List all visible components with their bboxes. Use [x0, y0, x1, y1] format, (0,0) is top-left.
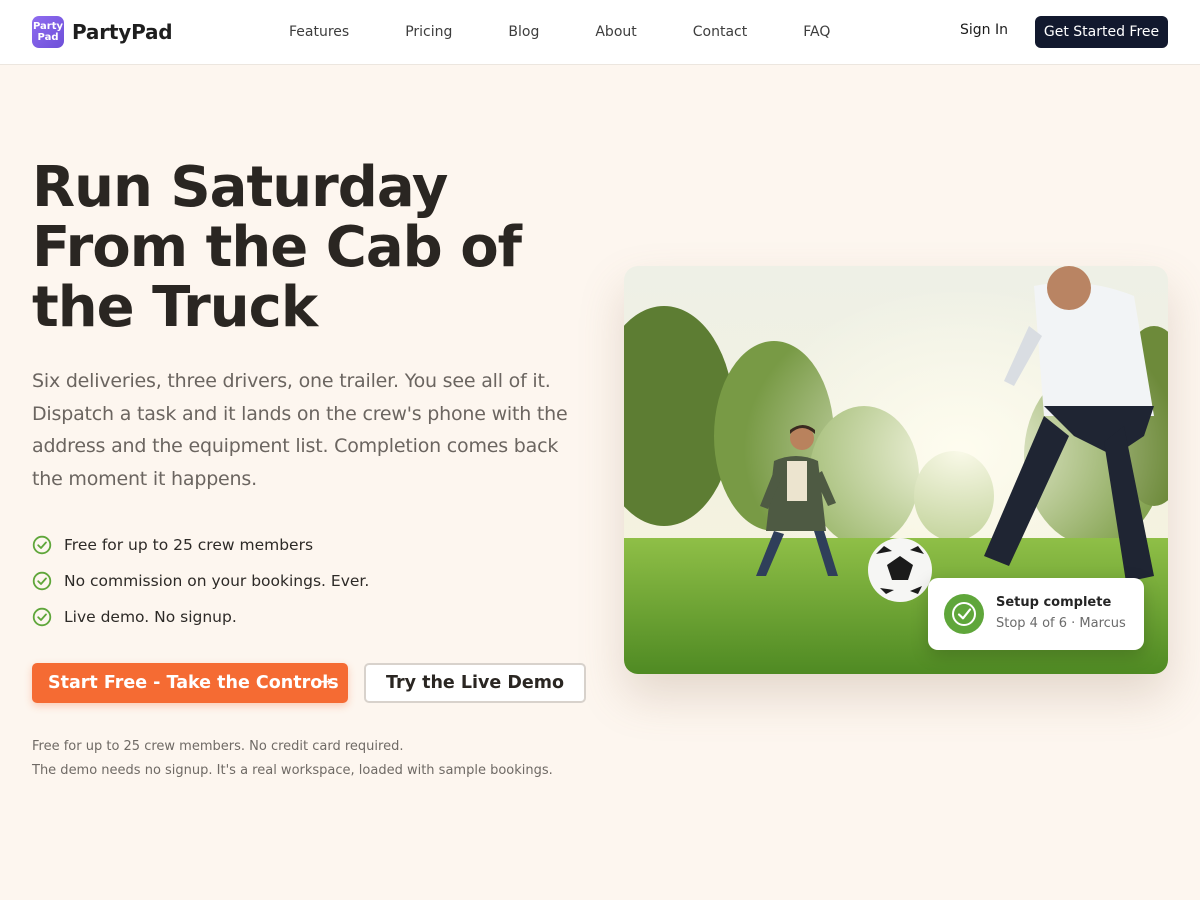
status-toast: Setup complete Stop 4 of 6 · Marcus: [928, 578, 1144, 650]
check-circle-icon: [32, 607, 52, 627]
check-circle-icon: [32, 535, 52, 555]
nav-features[interactable]: Features: [289, 24, 349, 40]
brand-logo: Party Pad: [32, 16, 64, 48]
hero-lead: Six deliveries, three drivers, one trail…: [32, 370, 568, 490]
checklist-item: No commission on your bookings. Ever.: [32, 563, 369, 599]
nav-contact[interactable]: Contact: [693, 24, 747, 40]
nav-about[interactable]: About: [595, 24, 636, 40]
checklist-item: Free for up to 25 crew members: [32, 527, 369, 563]
toast-title: Setup complete: [996, 595, 1112, 610]
fine-print-line: Free for up to 25 crew members. No credi…: [32, 739, 404, 754]
check-circle-icon: [32, 571, 52, 591]
site-header: Party Pad PartyPad Features Pricing Blog…: [0, 0, 1200, 65]
start-free-button[interactable]: Start Free - Take the Controls →: [32, 663, 348, 703]
checklist-text: Live demo. No signup.: [64, 608, 237, 626]
fine-print-line: The demo needs no signup. It's a real wo…: [32, 763, 553, 778]
fine-print: Free for up to 25 crew members. No credi…: [32, 735, 553, 783]
checklist-text: Free for up to 25 crew members: [64, 536, 314, 554]
nav-blog[interactable]: Blog: [508, 24, 539, 40]
brand-name: PartyPad: [72, 20, 173, 44]
get-started-button[interactable]: Get Started Free: [1035, 16, 1168, 48]
feature-checklist: Free for up to 25 crew members No commis…: [32, 527, 369, 635]
sign-in-link[interactable]: Sign In: [960, 22, 1008, 38]
checklist-text: No commission on your bookings. Ever.: [64, 572, 370, 590]
live-demo-button[interactable]: Try the Live Demo: [364, 663, 586, 703]
toast-subtitle: Stop 4 of 6 · Marcus: [996, 616, 1126, 631]
checklist-item: Live demo. No signup.: [32, 599, 369, 635]
brand[interactable]: Party Pad PartyPad: [32, 16, 173, 48]
logo-text-line2: Pad: [37, 32, 59, 43]
nav-faq[interactable]: FAQ: [803, 24, 830, 40]
logo-text-line1: Party: [32, 21, 64, 32]
nav-pricing[interactable]: Pricing: [405, 24, 452, 40]
hero-title: Run Saturday From the Cab of the Truck: [32, 155, 522, 340]
main-nav: Features Pricing Blog About Contact FAQ: [289, 0, 886, 64]
arrow-right-icon: →: [320, 674, 332, 690]
start-free-label: Start Free - Take the Controls: [48, 673, 339, 693]
check-circle-icon: [944, 594, 984, 634]
